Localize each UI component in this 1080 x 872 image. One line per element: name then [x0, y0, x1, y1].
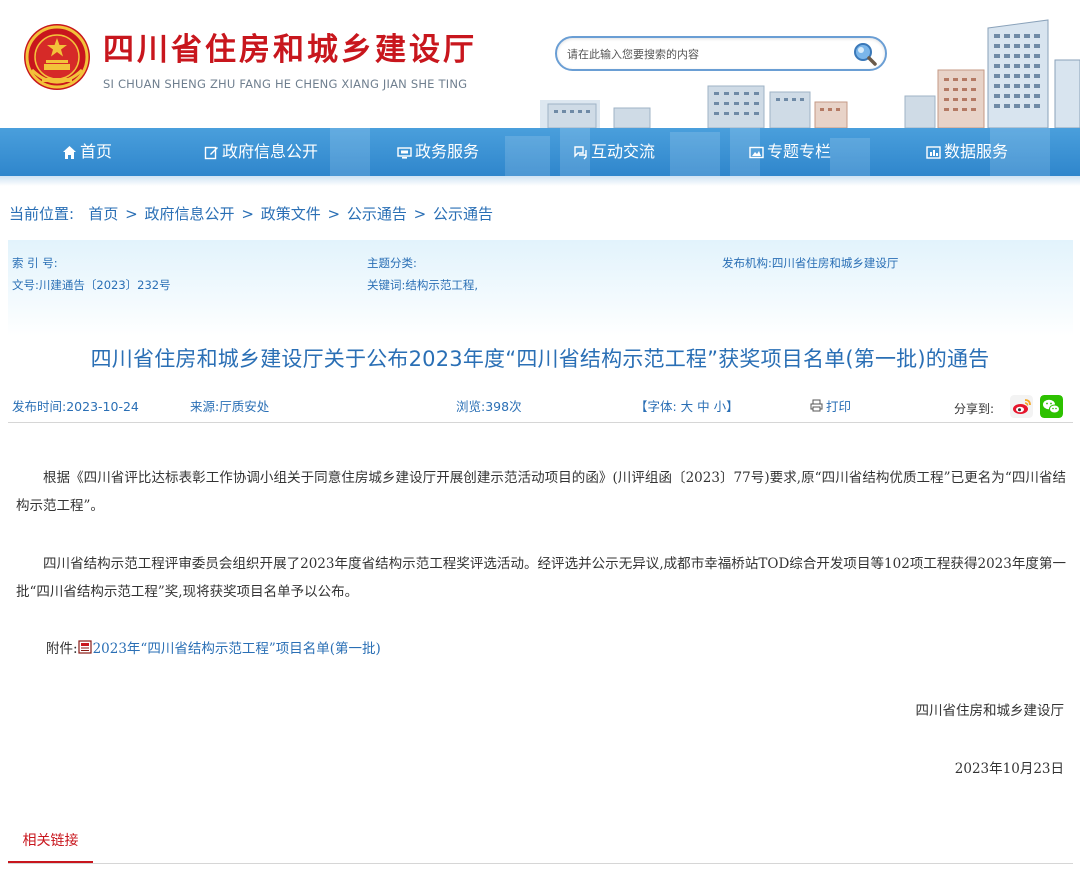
breadcrumb-separator: >	[241, 205, 254, 223]
breadcrumb-item-notices-current[interactable]: 公示通告	[433, 205, 493, 223]
nav-interaction-label: 互动交流	[591, 142, 656, 161]
meta-doc-no: 文号:川建通告〔2023〕232号	[12, 278, 171, 292]
national-emblem-icon	[24, 24, 90, 90]
attachment-label: 附件:	[46, 641, 78, 657]
printer-icon	[810, 399, 823, 412]
meta-index-no: 索 引 号:	[12, 256, 58, 270]
pdf-file-icon	[77, 640, 92, 654]
picture-icon	[749, 146, 764, 158]
breadcrumb-item-notices[interactable]: 公示通告	[347, 205, 407, 223]
interaction-icon	[574, 145, 587, 159]
nav-government-service[interactable]: 政务服务	[397, 128, 479, 176]
site-subtitle: SI CHUAN SHENG ZHU FANG HE CHENG XIANG J…	[103, 77, 468, 91]
nav-government-info-label: 政府信息公开	[222, 142, 319, 161]
nav-home-label: 首页	[80, 142, 113, 161]
signature-date: 2023年10月23日	[954, 761, 1064, 777]
font-size-selector[interactable]: 【字体: 大 中 小】	[635, 396, 739, 415]
breadcrumb-separator: >	[125, 205, 138, 223]
breadcrumb-item-government-info[interactable]: 政府信息公开	[145, 205, 235, 223]
meta-topic: 主题分类:	[367, 256, 417, 270]
breadcrumb-separator: >	[413, 205, 427, 223]
publish-time: 发布时间:2023-10-24	[12, 399, 139, 414]
nav-shadow	[0, 176, 1080, 186]
attachment-link[interactable]: 2023年“四川省结构示范工程”项目名单(第一批)	[93, 637, 381, 657]
share-label: 分享到:	[954, 402, 995, 416]
main-nav: 首页 政府信息公开 政务服务 互动交流 专题专栏 数据服务	[0, 128, 1080, 176]
related-divider	[8, 863, 1073, 864]
wechat-icon[interactable]	[1040, 395, 1063, 418]
print-label: 打印	[826, 399, 852, 414]
nav-interaction[interactable]: 互动交流	[573, 128, 655, 176]
content-paragraph-1: 根据《四川省评比达标表彰工作协调小组关于同意住房城乡建设厅开展创建示范活动项目的…	[16, 470, 1066, 514]
breadcrumb-separator: >	[327, 205, 341, 223]
breadcrumb-item-policy-docs[interactable]: 政策文件	[261, 205, 321, 223]
source: 来源:厅质安处	[190, 399, 270, 414]
attachment-row: 附件: 2023年“四川省结构示范工程”项目名单(第一批)	[46, 637, 381, 657]
nav-skyline-decoration	[330, 128, 1050, 176]
document-info-bar: 发布时间:2023-10-24 来源:厅质安处 浏览:398次 【字体: 大 中…	[8, 390, 1073, 423]
site-title: 四川省住房和城乡建设厅	[103, 32, 477, 68]
meta-keywords: 关键词:结构示范工程,	[367, 278, 479, 292]
breadcrumb: 当前位置: 首页 > 政府信息公开 > 政策文件 > 公示通告 > 公示通告	[9, 203, 493, 224]
document-meta-panel: 索 引 号: 文号:川建通告〔2023〕232号 主题分类: 关键词:结构示范工…	[8, 240, 1073, 336]
monitor-icon	[397, 146, 412, 159]
nav-data-service-label: 数据服务	[944, 142, 1009, 161]
nav-data-service[interactable]: 数据服务	[926, 128, 1008, 176]
breadcrumb-item-home[interactable]: 首页	[88, 205, 118, 223]
view-count: 浏览:398次	[456, 399, 522, 414]
print-button[interactable]: 打印	[810, 396, 851, 415]
content-paragraph-2: 四川省结构示范工程评审委员会组织开展了2023年度省结构示范工程奖评选活动。经评…	[16, 556, 1066, 600]
home-icon	[63, 145, 76, 159]
nav-government-info[interactable]: 政府信息公开	[204, 128, 318, 176]
nav-special-topics[interactable]: 专题专栏	[749, 128, 831, 176]
data-icon	[926, 145, 941, 159]
site-header: 四川省住房和城乡建设厅 SI CHUAN SHENG ZHU FANG HE C…	[0, 0, 1080, 128]
breadcrumb-label: 当前位置:	[9, 205, 75, 223]
magnifier-icon[interactable]	[851, 41, 877, 67]
search-box	[555, 36, 887, 71]
meta-publisher: 发布机构:四川省住房和城乡建设厅	[722, 256, 899, 270]
document-title: 四川省住房和城乡建设厅关于公布2023年度“四川省结构示范工程”获奖项目名单(第…	[90, 347, 990, 371]
signature-organization: 四川省住房和城乡建设厅	[915, 703, 1065, 719]
search-input[interactable]	[567, 45, 847, 63]
nav-special-topics-label: 专题专栏	[767, 142, 832, 161]
edit-icon	[204, 146, 218, 159]
tab-related-links[interactable]: 相关链接	[8, 827, 93, 863]
weibo-icon[interactable]	[1010, 395, 1033, 418]
nav-government-service-label: 政务服务	[415, 142, 480, 161]
nav-home[interactable]: 首页	[62, 128, 112, 176]
